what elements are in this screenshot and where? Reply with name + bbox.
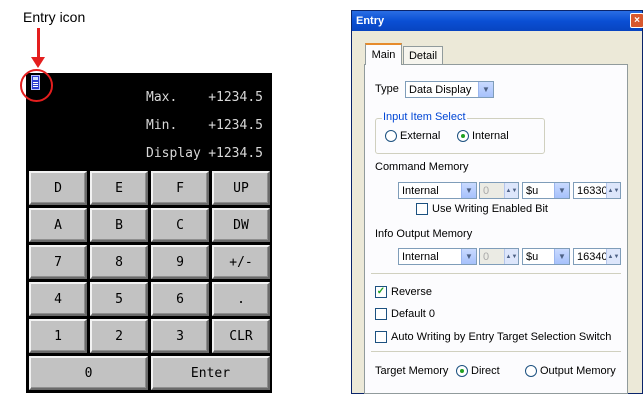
info-output-memory-label: Info Output Memory xyxy=(375,228,473,240)
info-output-memory-device-select[interactable]: $u ▼ xyxy=(522,248,570,265)
info-output-memory-address-spinner[interactable]: 16340 ▲▼ xyxy=(573,248,621,265)
key-plus-minus[interactable]: +/- xyxy=(212,245,270,279)
entry-icon-callout-label: Entry icon xyxy=(23,9,86,25)
chevron-down-icon: ▼ xyxy=(554,183,569,198)
command-memory-label: Command Memory xyxy=(375,161,469,173)
type-select-value: Data Display xyxy=(409,83,472,96)
info-output-memory-source-value: Internal xyxy=(402,250,439,263)
min-value: +1234.5 xyxy=(208,118,263,133)
entry-icon-highlight-circle xyxy=(20,69,53,102)
type-select[interactable]: Data Display ▼ xyxy=(405,81,494,98)
key-2[interactable]: 2 xyxy=(90,319,148,353)
default0-checkbox[interactable] xyxy=(375,308,387,320)
command-memory-source-value: Internal xyxy=(402,184,439,197)
internal-radio[interactable] xyxy=(457,130,469,142)
max-value: +1234.5 xyxy=(208,90,263,105)
key-enter[interactable]: Enter xyxy=(151,356,270,390)
display-label: Display xyxy=(146,146,201,161)
close-icon[interactable]: × xyxy=(630,13,643,28)
type-label: Type xyxy=(375,83,399,95)
divider xyxy=(371,351,621,352)
command-memory-device-value: $u xyxy=(526,184,539,197)
key-clr[interactable]: CLR xyxy=(212,319,270,353)
chevron-down-icon: ▼ xyxy=(478,82,493,97)
key-6[interactable]: 6 xyxy=(151,282,209,316)
direct-radio-label: Direct xyxy=(471,365,500,377)
key-f[interactable]: F xyxy=(151,171,209,205)
spin-updown-icon: ▲▼ xyxy=(504,183,518,198)
input-item-select-legend: Input Item Select xyxy=(382,111,467,123)
main-tab-panel: Type Data Display ▼ Input Item Select Ex… xyxy=(364,64,628,394)
info-output-memory-index-spinner: 0 ▲▼ xyxy=(479,248,519,265)
auto-writing-label: Auto Writing by Entry Target Selection S… xyxy=(391,331,612,343)
key-decimal-point[interactable]: . xyxy=(212,282,270,316)
key-dw[interactable]: DW xyxy=(212,208,270,242)
reverse-label: Reverse xyxy=(391,286,432,298)
external-radio[interactable] xyxy=(385,130,397,142)
key-4[interactable]: 4 xyxy=(29,282,87,316)
spin-updown-icon: ▲▼ xyxy=(606,249,620,264)
callout-arrow-shaft xyxy=(37,28,40,60)
key-9[interactable]: 9 xyxy=(151,245,209,279)
key-e[interactable]: E xyxy=(90,171,148,205)
key-8[interactable]: 8 xyxy=(90,245,148,279)
entry-settings-dialog: Entry × Main Detail Type Data Display ▼ … xyxy=(351,10,643,394)
key-b[interactable]: B xyxy=(90,208,148,242)
chevron-down-icon: ▼ xyxy=(554,249,569,264)
use-writing-enabled-bit-label: Use Writing Enabled Bit xyxy=(432,203,548,215)
default0-label: Default 0 xyxy=(391,308,436,320)
info-output-memory-index-value: 0 xyxy=(483,250,490,263)
output-memory-radio-label: Output Memory xyxy=(540,365,616,377)
auto-writing-checkbox[interactable] xyxy=(375,331,387,343)
info-output-memory-source-select[interactable]: Internal ▼ xyxy=(398,248,477,265)
output-memory-radio[interactable] xyxy=(525,365,537,377)
command-memory-address-value: 16330 xyxy=(577,184,608,197)
key-1[interactable]: 1 xyxy=(29,319,87,353)
info-output-memory-device-value: $u xyxy=(526,250,539,263)
max-label: Max. xyxy=(146,90,178,105)
divider xyxy=(371,273,621,274)
key-0[interactable]: 0 xyxy=(29,356,148,390)
command-memory-device-select[interactable]: $u ▼ xyxy=(522,182,570,199)
key-d[interactable]: D xyxy=(29,171,87,205)
key-a[interactable]: A xyxy=(29,208,87,242)
use-writing-enabled-bit-checkbox[interactable] xyxy=(416,203,428,215)
spin-updown-icon: ▲▼ xyxy=(504,249,518,264)
command-memory-index-spinner: 0 ▲▼ xyxy=(479,182,519,199)
command-memory-source-select[interactable]: Internal ▼ xyxy=(398,182,477,199)
command-memory-index-value: 0 xyxy=(483,184,490,197)
entry-keypad-panel: Max. +1234.5 Min. +1234.5 Display +1234.… xyxy=(26,73,272,393)
key-7[interactable]: 7 xyxy=(29,245,87,279)
spin-updown-icon: ▲▼ xyxy=(606,183,620,198)
chevron-down-icon: ▼ xyxy=(461,183,476,198)
callout-arrow-head-icon xyxy=(31,57,45,68)
tab-detail[interactable]: Detail xyxy=(403,46,443,64)
internal-radio-label: Internal xyxy=(472,130,509,142)
direct-radio[interactable] xyxy=(456,365,468,377)
tab-main[interactable]: Main xyxy=(365,43,402,65)
command-memory-address-spinner[interactable]: 16330 ▲▼ xyxy=(573,182,621,199)
info-output-memory-address-value: 16340 xyxy=(577,250,608,263)
chevron-down-icon: ▼ xyxy=(461,249,476,264)
key-3[interactable]: 3 xyxy=(151,319,209,353)
reverse-checkbox[interactable]: ✓ xyxy=(375,286,387,298)
min-label: Min. xyxy=(146,118,178,133)
display-value: +1234.5 xyxy=(208,146,263,161)
external-radio-label: External xyxy=(400,130,441,142)
key-5[interactable]: 5 xyxy=(90,282,148,316)
key-c[interactable]: C xyxy=(151,208,209,242)
key-up[interactable]: UP xyxy=(212,171,270,205)
target-memory-label: Target Memory xyxy=(375,365,449,377)
dialog-titlebar: Entry × xyxy=(352,11,643,31)
dialog-title: Entry xyxy=(356,15,385,27)
